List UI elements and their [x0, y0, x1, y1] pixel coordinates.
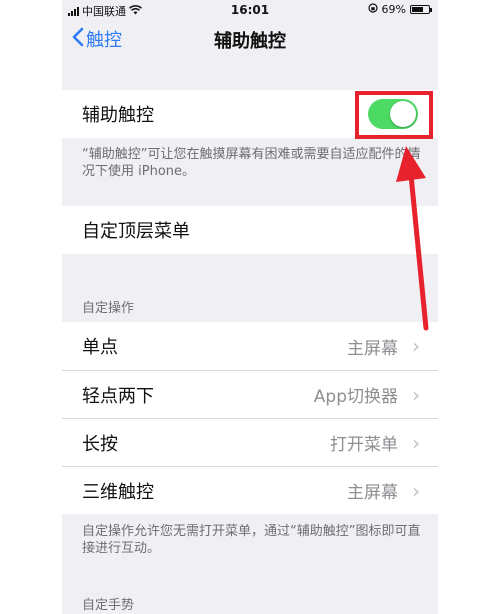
customize-menu-label: 自定顶层菜单 [82, 221, 190, 242]
customize-menu-group: 自定顶层菜单 › [62, 206, 438, 254]
orientation-lock-icon [367, 3, 378, 16]
chevron-right-icon: › [412, 218, 420, 242]
customize-menu-row[interactable]: 自定顶层菜单 › [62, 206, 438, 254]
action-value: 主屏幕 [347, 338, 398, 359]
action-value: App切换器 [313, 387, 398, 407]
battery-percent: 69% [381, 3, 406, 16]
battery-fill [412, 7, 423, 12]
action-row-double-tap[interactable]: 轻点两下 App切换器 › [62, 370, 438, 418]
assistive-touch-label: 辅助触控 [82, 105, 154, 126]
custom-actions-group: 单点 主屏幕 › 轻点两下 App切换器 › 长按 打开菜单 › 三维触控 主屏… [62, 322, 438, 514]
assistive-touch-row: 辅助触控 [62, 90, 438, 138]
chevron-right-icon: › [412, 334, 420, 358]
assistive-touch-group: 辅助触控 [62, 90, 438, 138]
action-row-single-tap[interactable]: 单点 主屏幕 › [62, 322, 438, 370]
action-label: 轻点两下 [82, 385, 154, 407]
custom-actions-header: 自定操作 [82, 301, 135, 316]
page-title: 辅助触控 [214, 31, 286, 52]
action-label: 长按 [82, 433, 118, 455]
settings-screen: 中国联通 16:01 69% 触控 辅助触控 辅助触控 “辅助触控”可让您在触摸… [62, 0, 438, 614]
action-value: 打开菜单 [330, 435, 398, 455]
status-bar: 中国联通 16:01 69% [62, 0, 438, 20]
action-row-long-press[interactable]: 长按 打开菜单 › [62, 418, 438, 466]
action-row-3d-touch[interactable]: 三维触控 主屏幕 › [62, 466, 438, 514]
navigation-bar: 触控 辅助触控 [62, 20, 438, 56]
custom-gestures-header: 自定手势 [82, 598, 135, 613]
assistive-touch-toggle[interactable] [368, 99, 418, 129]
custom-actions-footer: 自定操作允许您无需打开菜单，通过“辅助触控”图标即可直接进行互动。 [82, 524, 421, 556]
battery-icon [410, 5, 432, 14]
chevron-right-icon: › [412, 430, 420, 455]
toggle-knob [390, 101, 416, 127]
action-value: 主屏幕 [347, 483, 398, 503]
action-label: 三维触控 [82, 481, 154, 503]
action-label: 单点 [82, 337, 118, 358]
chevron-right-icon: › [412, 478, 420, 503]
chevron-right-icon: › [412, 382, 420, 407]
assistive-touch-footer: “辅助触控”可让您在触摸屏幕有困难或需要自适应配件的情况下使用 iPhone。 [82, 147, 421, 179]
